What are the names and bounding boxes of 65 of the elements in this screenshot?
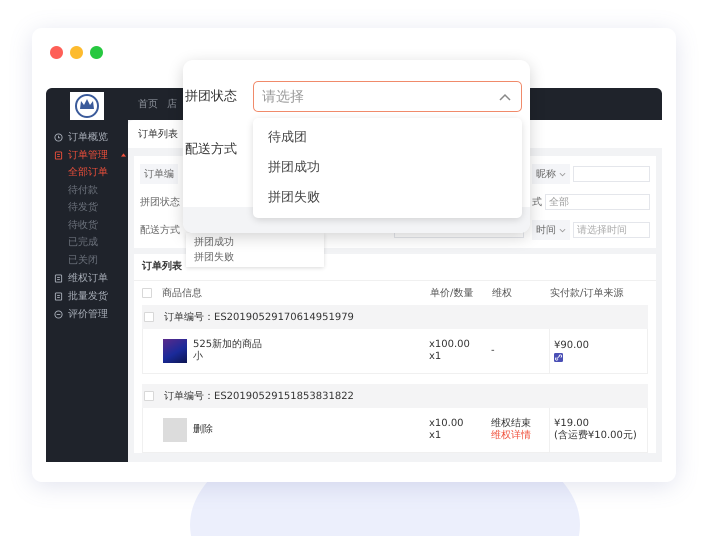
- dropdown-option[interactable]: 拼团成功: [186, 235, 324, 250]
- sidebar-subitem[interactable]: 待付款: [46, 182, 128, 199]
- sidebar-item[interactable]: 批量发货: [46, 287, 128, 305]
- product-spec: 小: [193, 351, 204, 363]
- rights-detail-link[interactable]: 维权详情: [491, 430, 549, 442]
- dropdown-option[interactable]: 拼团失败: [253, 183, 522, 213]
- checkbox[interactable]: [144, 312, 154, 322]
- sidebar-item[interactable]: 评价管理: [46, 305, 128, 323]
- document-icon: [54, 150, 63, 160]
- form-label: 配送方式: [184, 141, 238, 159]
- rights-status: 维权结束: [491, 418, 532, 430]
- rights-status: -: [491, 345, 496, 357]
- document-icon: [54, 292, 63, 300]
- sidebar-subitem[interactable]: 已关闭: [46, 252, 128, 269]
- top-nav-link[interactable]: 首页: [138, 97, 158, 111]
- time-type-select[interactable]: 时间: [532, 220, 570, 240]
- order-number: 订单编号：ES20190529170614951979: [164, 310, 354, 324]
- crown-logo-icon: [70, 92, 104, 120]
- sidebar-subitem[interactable]: 已完成: [46, 234, 128, 252]
- nickname-select[interactable]: 昵称: [532, 164, 570, 184]
- sidebar-item[interactable]: 订单管理: [46, 146, 128, 164]
- product-name: 删除: [193, 424, 213, 436]
- column-header: 维权: [492, 286, 513, 300]
- checkbox[interactable]: [142, 288, 152, 298]
- unit-price: x10.00: [429, 418, 465, 430]
- quantity: x1: [429, 351, 442, 363]
- column-header: 单价/数量: [430, 286, 474, 300]
- checkbox[interactable]: [144, 391, 154, 401]
- method-field[interactable]: 全部: [545, 194, 650, 210]
- nickname-input[interactable]: [573, 166, 650, 182]
- filter-label: 式: [532, 196, 542, 209]
- paid-amount: ¥90.00: [554, 340, 590, 352]
- form-label: 拼团状态: [184, 88, 238, 106]
- sidebar-subitem[interactable]: 待收货: [46, 216, 128, 234]
- unit-price: x100.00: [429, 339, 471, 351]
- dropdown-option[interactable]: 拼团成功: [253, 153, 522, 183]
- chevron-icon: [559, 228, 566, 232]
- window-control[interactable]: [90, 46, 103, 59]
- dropdown-option[interactable]: 待成团: [253, 123, 522, 153]
- paid-amount: ¥19.00: [554, 418, 590, 430]
- sidebar-item[interactable]: 订单概览: [46, 128, 128, 146]
- sidebar-item[interactable]: 维权订单: [46, 269, 128, 287]
- filter-label: 配送方式: [140, 225, 180, 236]
- filter-label: 拼团状态: [140, 197, 180, 208]
- sidebar-subitem[interactable]: 待发货: [46, 199, 128, 216]
- column-header: 实付款/订单来源: [550, 286, 624, 300]
- window-control[interactable]: [70, 46, 83, 59]
- photo-placeholder: [163, 418, 187, 442]
- paid-amount: (含运费¥10.00元): [554, 430, 638, 442]
- clock-icon: [54, 132, 63, 142]
- top-nav-link[interactable]: 店: [167, 97, 177, 111]
- document-icon: [54, 274, 63, 282]
- window-control[interactable]: [50, 46, 63, 59]
- chevron-icon: [559, 172, 566, 176]
- photo-placeholder: [163, 339, 187, 363]
- chevron-icon: [499, 92, 511, 100]
- status-select[interactable]: 请选择: [253, 81, 522, 112]
- product-name: 525新加的商品: [193, 339, 262, 350]
- sidebar-subitem[interactable]: 全部订单: [46, 164, 128, 182]
- order-number-select[interactable]: 订单编: [140, 164, 178, 184]
- dropdown-option[interactable]: 拼团失败: [186, 250, 324, 265]
- quantity: x1: [429, 430, 442, 442]
- tab[interactable]: 订单列表: [138, 127, 178, 141]
- column-header: 商品信息: [162, 286, 203, 300]
- order-number: 订单编号：ES20190529151853831822: [164, 390, 354, 403]
